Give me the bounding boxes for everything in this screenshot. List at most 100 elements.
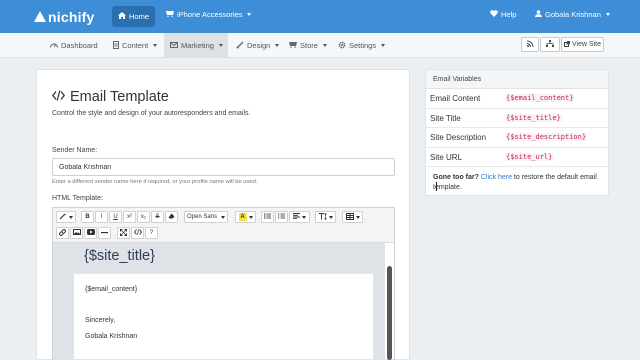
question-icon: ? <box>149 230 154 236</box>
video-button[interactable] <box>84 227 97 239</box>
link-button[interactable] <box>56 227 69 239</box>
heart-icon <box>490 10 498 19</box>
subnav-store[interactable]: Store <box>283 33 333 58</box>
table-icon <box>345 212 354 222</box>
restore-note-bold: Gone too far? <box>433 174 479 181</box>
store-label: iPhone Accessories <box>177 10 243 19</box>
chevron-down-icon <box>355 215 360 219</box>
gear-icon <box>338 41 346 51</box>
restore-default-note: Gone too far? Click here to restore the … <box>433 173 603 192</box>
editor-canvas[interactable]: {$site_title} {$email_content} Sincerely… <box>53 243 385 360</box>
sitemap-icon <box>546 40 554 49</box>
image-button[interactable] <box>70 227 83 239</box>
editor-scrollbar[interactable] <box>387 266 392 360</box>
brush-icon <box>236 41 244 51</box>
chevron-down-icon <box>322 44 327 47</box>
subnav-label: Store <box>300 41 318 50</box>
underline-button[interactable]: U <box>109 211 122 223</box>
variable-row: Site Description {$site_description} <box>426 128 608 148</box>
restore-default-link[interactable]: Click here <box>481 174 512 181</box>
text-color-icon: A <box>238 213 247 221</box>
variable-code[interactable]: {$site_url} <box>505 152 554 161</box>
chevron-down-icon <box>302 215 306 219</box>
chevron-down-icon <box>153 44 158 47</box>
chevron-down-icon <box>275 44 280 47</box>
store-icon <box>166 10 174 19</box>
user-menu[interactable]: Gobala Krishnan <box>535 10 610 19</box>
variable-code[interactable]: {$email_content} <box>505 94 575 102</box>
image-icon <box>72 229 81 237</box>
dashboard-icon <box>50 41 58 50</box>
variable-code[interactable]: {$site_title} <box>505 113 562 122</box>
magic-wand-button[interactable] <box>56 211 76 223</box>
chevron-down-icon <box>69 215 73 219</box>
italic-icon: I <box>100 214 103 220</box>
subnav-marketing[interactable]: Marketing <box>164 33 228 58</box>
logo[interactable]: nichify <box>34 9 95 25</box>
nav-home-button[interactable]: Home <box>112 6 155 27</box>
help-button[interactable]: ? <box>145 227 158 239</box>
fullscreen-button[interactable] <box>117 227 130 239</box>
sender-name-label: Sender Name: <box>52 147 98 154</box>
store-selector[interactable]: iPhone Accessories <box>166 10 252 19</box>
eraser-icon <box>168 213 175 221</box>
sender-name-input[interactable] <box>52 158 395 176</box>
html-template-label: HTML Template: <box>52 195 103 202</box>
variable-name: Site URL <box>430 152 463 162</box>
sitemap-button[interactable] <box>540 37 560 52</box>
help-link[interactable]: Help <box>490 10 516 19</box>
fullscreen-icon <box>120 228 127 238</box>
horizontal-rule-button[interactable] <box>98 227 111 239</box>
superscript-button[interactable]: x² <box>123 211 136 223</box>
youtube-icon <box>86 229 95 237</box>
superscript-icon: x² <box>127 214 132 220</box>
variable-code[interactable]: {$site_description} <box>505 133 588 141</box>
page-subtitle: Control the style and design of your aut… <box>52 110 251 117</box>
main-panel: Email Template Control the style and des… <box>36 69 410 360</box>
subnav-dashboard[interactable]: Dashboard <box>44 33 104 58</box>
code-icon <box>51 89 66 105</box>
line-height-button[interactable] <box>315 211 336 223</box>
email-sign-off: Sincerely, <box>85 317 116 324</box>
view-site-button[interactable]: View Site <box>561 37 604 52</box>
subnav-label: Marketing <box>181 41 214 50</box>
logo-text: nichify <box>48 9 95 25</box>
chevron-down-icon <box>328 215 333 219</box>
editor-toolbar: B I U x² x₂ S Open Sans A ? <box>53 208 394 243</box>
table-button[interactable] <box>342 211 363 223</box>
html-editor: B I U x² x₂ S Open Sans A ? {$site_title… <box>52 207 395 360</box>
paragraph-align-button[interactable] <box>289 211 310 223</box>
help-label: Help <box>501 10 517 19</box>
subscript-button[interactable]: x₂ <box>137 211 150 223</box>
align-left-icon <box>293 213 300 221</box>
subnav-content[interactable]: Content <box>107 33 163 58</box>
font-family-value: Open Sans <box>186 214 218 220</box>
view-site-label: View Site <box>571 41 602 48</box>
strikethrough-button[interactable]: S <box>151 211 164 223</box>
eraser-button[interactable] <box>165 211 178 223</box>
page-title: Email Template <box>51 89 169 105</box>
code-view-button[interactable] <box>131 227 144 239</box>
underline-icon: U <box>113 214 118 220</box>
subnav-label: Content <box>122 41 149 50</box>
rss-button[interactable] <box>521 37 539 52</box>
ordered-list-button[interactable] <box>275 211 288 223</box>
strikethrough-icon: S <box>155 214 160 220</box>
bold-button[interactable]: B <box>81 211 94 223</box>
subnav-settings[interactable]: Settings <box>332 33 391 58</box>
font-family-select[interactable]: Open Sans <box>184 211 228 223</box>
subscript-icon: x₂ <box>140 214 147 220</box>
unordered-list-button[interactable] <box>261 211 274 223</box>
ordered-list-icon <box>278 213 285 221</box>
rss-icon <box>526 40 534 49</box>
variable-name: Site Title <box>430 113 461 123</box>
subnav-design[interactable]: Design <box>230 33 285 58</box>
italic-button[interactable]: I <box>95 211 108 223</box>
email-body-card: {$email_content} Sincerely, Gobala Krish… <box>73 273 374 360</box>
subnav-label: Design <box>247 41 271 50</box>
chevron-down-icon <box>248 215 253 219</box>
magic-wand-icon <box>59 212 67 222</box>
subnav-label: Dashboard <box>61 41 98 50</box>
logo-mark-icon <box>34 10 46 22</box>
text-color-button[interactable]: A <box>235 211 256 223</box>
